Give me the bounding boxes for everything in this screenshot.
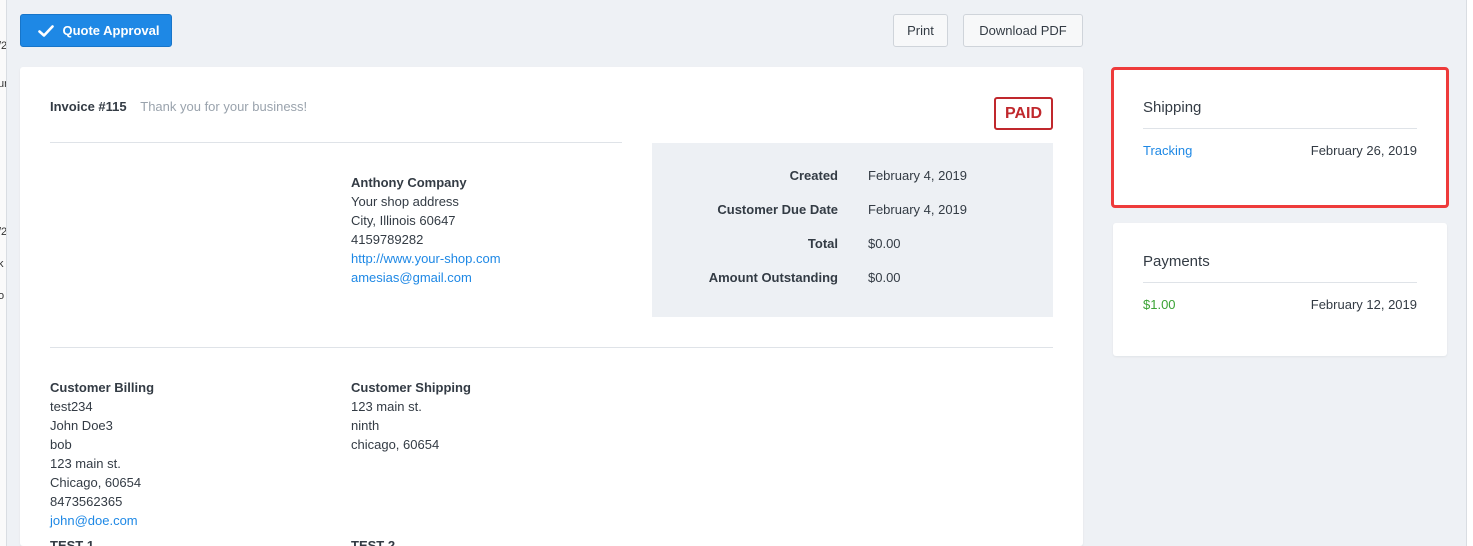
billing-line: 8473562365 — [50, 494, 123, 509]
company-phone: 4159789282 — [351, 232, 424, 247]
left-strip-fragment: /2 — [0, 226, 7, 238]
right-edge-strip — [1466, 0, 1473, 546]
invoice-number: Invoice #115 — [50, 99, 127, 114]
company-website-link[interactable]: http://www.your-shop.com — [351, 249, 501, 268]
left-strip-fragment: /2 — [0, 40, 7, 52]
download-pdf-button[interactable]: Download PDF — [963, 14, 1083, 47]
left-strip-fragment: k — [0, 258, 4, 270]
summary-label: Amount Outstanding — [708, 270, 838, 285]
summary-label: Total — [807, 236, 838, 251]
billing-line: test234 — [50, 399, 93, 414]
payments-card: Payments $1.00 February 12, 2019 — [1113, 223, 1447, 356]
summary-row-total: Total $0.00 — [652, 236, 1053, 256]
print-label: Print — [907, 23, 934, 38]
invoice-summary: Created February 4, 2019 Customer Due Da… — [652, 143, 1053, 317]
quote-approval-label: Quote Approval — [62, 23, 160, 38]
billing-line: John Doe3 — [50, 418, 113, 433]
divider — [50, 142, 622, 143]
shipping-heading: Customer Shipping — [351, 380, 471, 395]
summary-label: Customer Due Date — [717, 202, 838, 217]
left-strip-fragment: o — [0, 290, 4, 302]
divider — [50, 347, 1053, 348]
paid-status-badge: PAID — [994, 97, 1053, 130]
payment-date: February 12, 2019 — [1310, 297, 1417, 312]
shipping-card: Shipping Tracking February 26, 2019 — [1113, 69, 1447, 206]
cutoff-heading: TEST 1 — [50, 538, 95, 546]
quote-approval-button[interactable]: Quote Approval — [20, 14, 172, 47]
company-email-link[interactable]: amesias@gmail.com — [351, 268, 501, 287]
billing-line: bob — [50, 437, 72, 452]
billing-line: 123 main st. — [50, 456, 121, 471]
left-edge-strip: /2 ur /2 k o — [0, 0, 7, 546]
shipping-card-title: Shipping — [1143, 99, 1202, 116]
download-pdf-label: Download PDF — [979, 23, 1067, 38]
checkmark-icon — [38, 24, 55, 37]
company-city: City, Illinois 60647 — [351, 213, 456, 228]
tracking-link[interactable]: Tracking — [1143, 143, 1192, 158]
shipping-line: 123 main st. — [351, 399, 422, 414]
cutoff-heading: TEST 2 — [351, 538, 396, 546]
company-name: Anthony Company — [351, 175, 467, 190]
shipping-line: ninth — [351, 418, 380, 433]
billing-heading: Customer Billing — [50, 380, 155, 395]
print-button[interactable]: Print — [893, 14, 948, 47]
billing-line: Chicago, 60654 — [50, 475, 142, 490]
summary-value: $0.00 — [868, 270, 901, 285]
company-info: Anthony Company Your shop address City, … — [351, 173, 501, 287]
summary-value: February 4, 2019 — [868, 202, 968, 217]
summary-row-due-date: Customer Due Date February 4, 2019 — [652, 202, 1053, 222]
payments-card-title: Payments — [1143, 253, 1210, 270]
left-strip-fragment: ur — [0, 78, 6, 90]
divider — [1143, 282, 1417, 283]
invoice-header: Invoice #115 Thank you for your business… — [50, 99, 307, 114]
invoice-thanks: Thank you for your business! — [140, 99, 308, 114]
payment-amount: $1.00 — [1143, 297, 1176, 312]
summary-row-created: Created February 4, 2019 — [652, 168, 1053, 188]
summary-value: February 4, 2019 — [868, 168, 968, 183]
paid-status-label: PAID — [1004, 104, 1043, 122]
customer-shipping: Customer Shipping 123 main st. ninth chi… — [351, 378, 471, 454]
shipping-line: chicago, 60654 — [351, 437, 440, 452]
company-address: Your shop address — [351, 194, 459, 209]
summary-label: Created — [789, 168, 838, 183]
customer-billing: Customer Billing test234 John Doe3 bob 1… — [50, 378, 154, 530]
shipping-date: February 26, 2019 — [1310, 143, 1417, 158]
summary-value: $0.00 — [868, 236, 901, 251]
billing-email-link[interactable]: john@doe.com — [50, 511, 154, 530]
summary-row-outstanding: Amount Outstanding $0.00 — [652, 270, 1053, 290]
divider — [1143, 128, 1417, 129]
invoice-panel: Invoice #115 Thank you for your business… — [20, 67, 1083, 546]
